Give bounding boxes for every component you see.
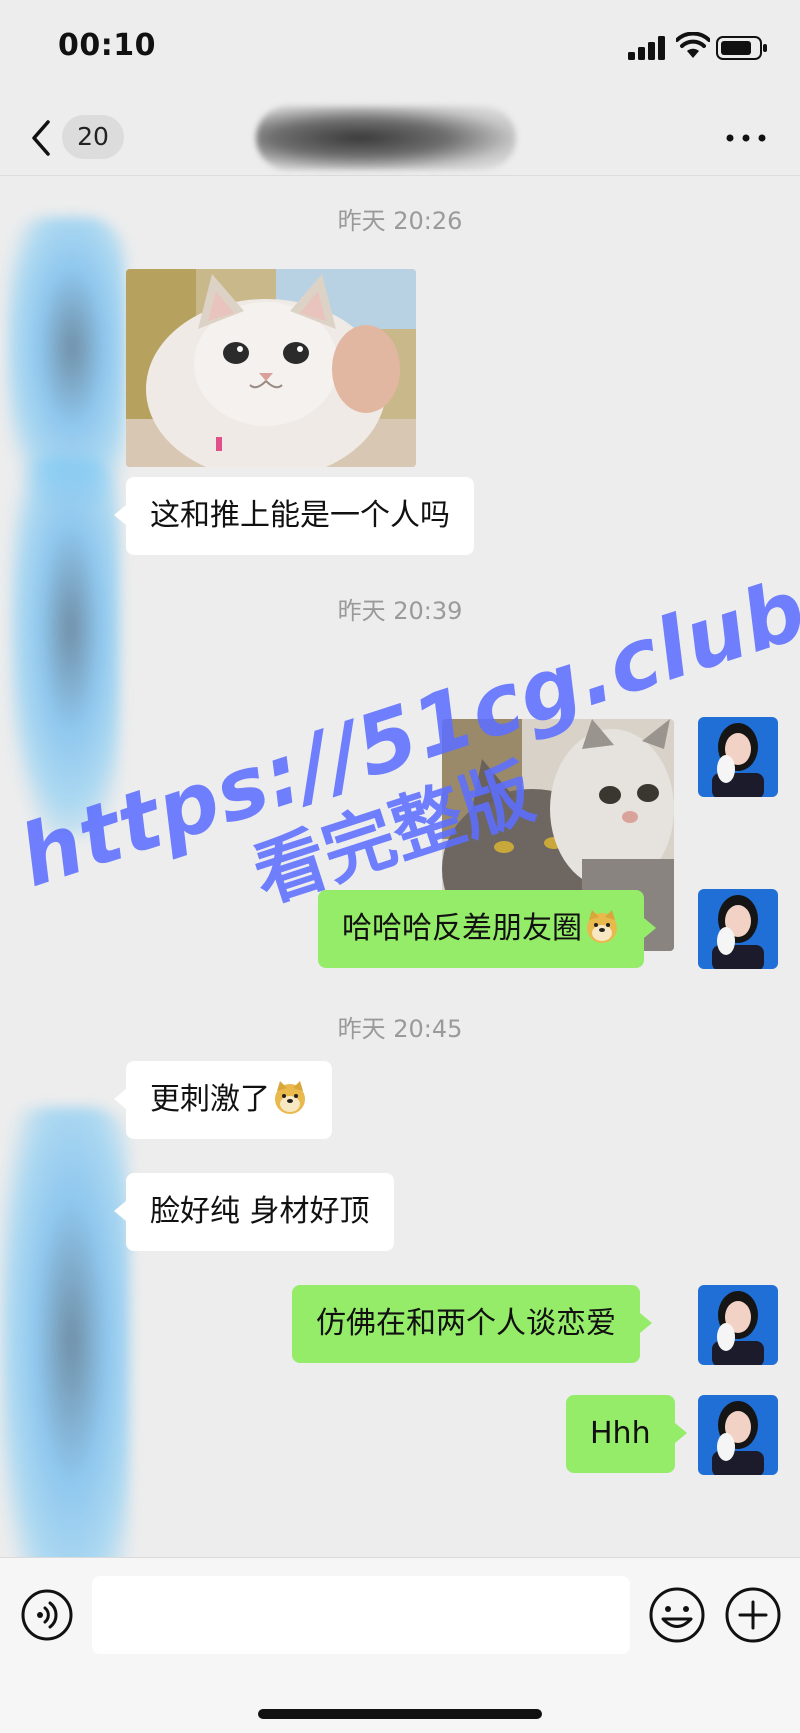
- message-input[interactable]: [92, 1576, 630, 1654]
- voice-icon[interactable]: [20, 1588, 74, 1642]
- message-input-bar: [0, 1557, 800, 1733]
- received-image-cat[interactable]: [126, 269, 416, 467]
- message-text: 更刺激了: [150, 1082, 270, 1117]
- doge-emoji: [587, 910, 617, 943]
- message-bubble-sent[interactable]: 哈哈哈反差朋友圈: [318, 890, 656, 968]
- plus-icon[interactable]: [724, 1586, 782, 1644]
- avatar-image: [698, 1285, 778, 1365]
- status-bar: 00:10: [0, 0, 800, 100]
- cat-photo: [126, 269, 416, 467]
- my-avatar[interactable]: [698, 717, 778, 797]
- unread-count-badge[interactable]: 20: [62, 115, 124, 159]
- timestamp: 昨天 20:39: [337, 597, 463, 625]
- message-text: 哈哈哈反差朋友圈: [342, 911, 582, 946]
- more-dots-icon[interactable]: [724, 120, 768, 156]
- wifi-icon: [676, 32, 710, 58]
- avatar-image: [698, 889, 778, 969]
- chat-message-list[interactable]: 昨天 20:26 这和推上能是一个人吗 昨天 20:39 哈哈哈反差朋友圈 昨天…: [0, 177, 800, 1557]
- home-indicator: [258, 1709, 542, 1719]
- message-bubble-received[interactable]: 这和推上能是一个人吗: [114, 477, 474, 555]
- my-avatar[interactable]: [698, 1285, 778, 1365]
- avatar-image: [698, 717, 778, 797]
- chat-header: 20: [0, 100, 800, 176]
- doge-emoji: [275, 1081, 305, 1114]
- emoji-smile-icon[interactable]: [648, 1586, 706, 1644]
- chevron-left-icon[interactable]: [28, 118, 56, 158]
- avatar-image: [698, 1395, 778, 1475]
- signal-icon: [628, 36, 665, 60]
- battery-icon: [716, 36, 767, 60]
- contact-name-redacted[interactable]: [256, 106, 516, 170]
- contact-avatar-redacted[interactable]: [10, 457, 120, 837]
- timestamp: 昨天 20:45: [337, 1015, 463, 1043]
- timestamp: 昨天 20:26: [337, 207, 463, 235]
- message-bubble-sent[interactable]: Hhh: [566, 1395, 687, 1473]
- message-bubble-received[interactable]: 更刺激了: [114, 1061, 332, 1139]
- message-bubble-received[interactable]: 脸好纯 身材好顶: [114, 1173, 394, 1251]
- message-bubble-sent[interactable]: 仿佛在和两个人谈恋爱: [292, 1285, 652, 1363]
- contact-avatar-redacted[interactable]: [0, 1107, 130, 1557]
- status-time: 00:10: [58, 28, 156, 63]
- my-avatar[interactable]: [698, 889, 778, 969]
- my-avatar[interactable]: [698, 1395, 778, 1475]
